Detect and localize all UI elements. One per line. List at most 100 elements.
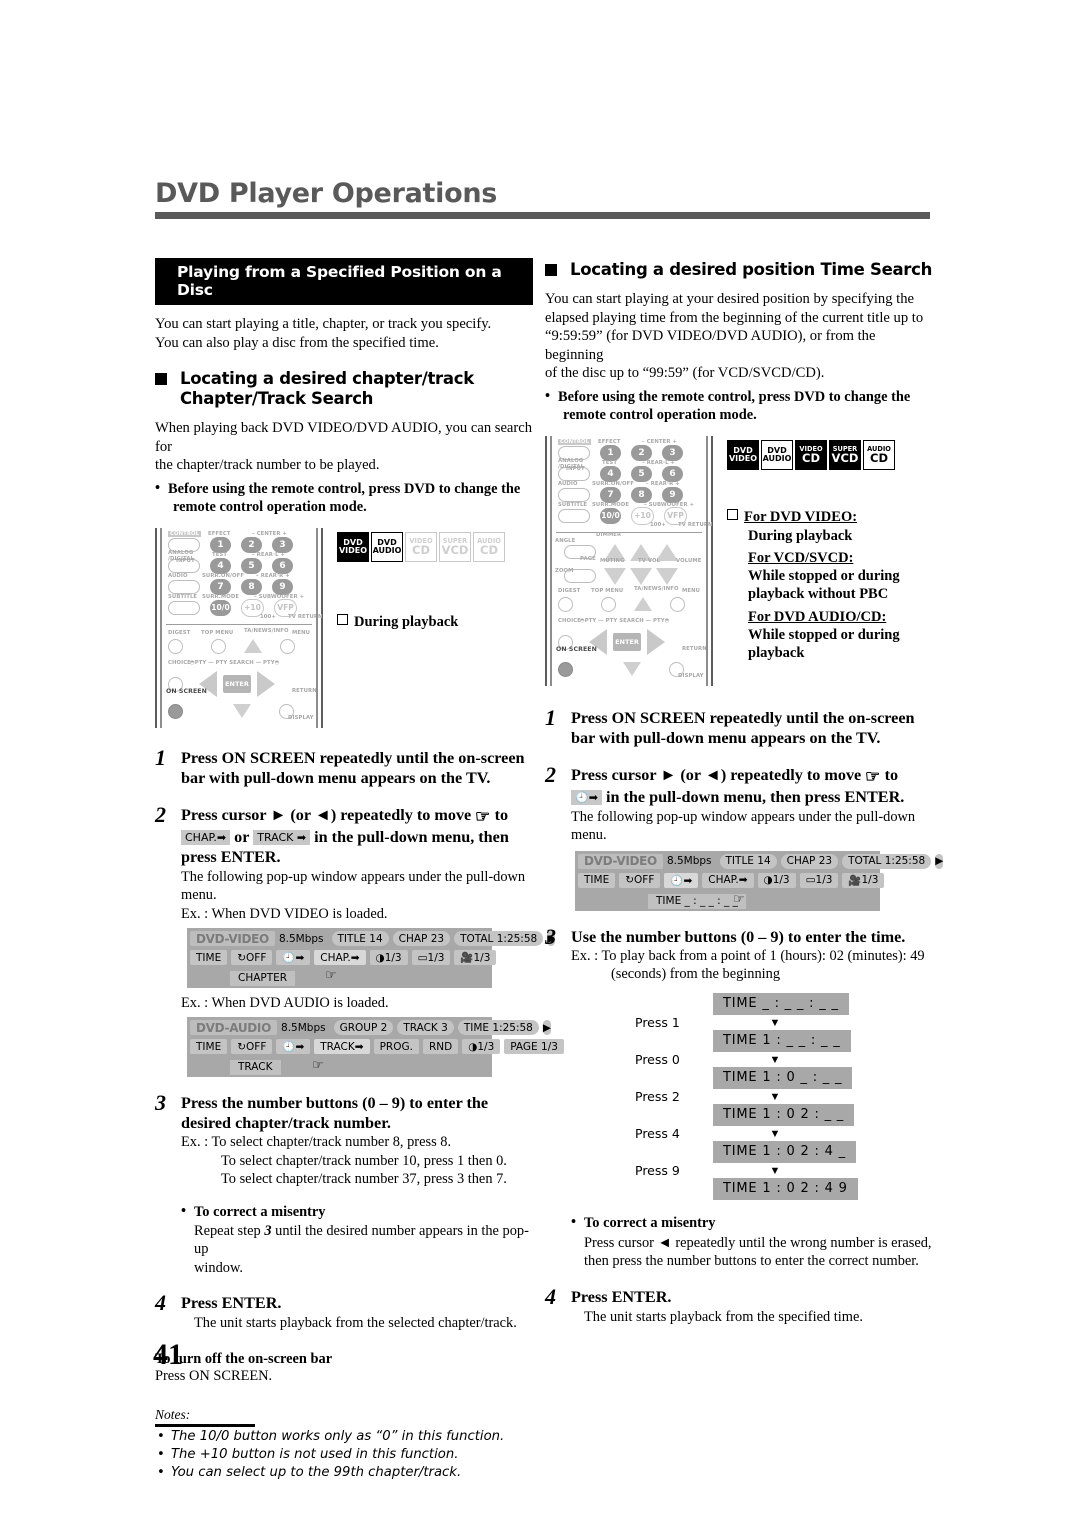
- number-button-10-0[interactable]: 10/0: [600, 507, 621, 524]
- note-item: You can select up to the 99th chapter/tr…: [155, 1464, 533, 1481]
- random-button[interactable]: RND: [422, 1039, 459, 1055]
- number-button-2[interactable]: 2: [241, 536, 262, 553]
- muting-button[interactable]: [604, 567, 626, 585]
- number-button-8[interactable]: 8: [631, 486, 652, 503]
- audio-track-button[interactable]: ◑ 1/3: [462, 1039, 501, 1055]
- repeat-off-button[interactable]: ↻ OFF: [619, 872, 661, 888]
- misentry-note: To correct a misentry: [571, 1213, 933, 1232]
- chapter-search-button[interactable]: CHAP. ➡: [702, 872, 754, 888]
- cursor-right-button[interactable]: [647, 629, 665, 656]
- page-title: DVD Player Operations: [155, 178, 498, 209]
- audio-track-button[interactable]: ◑ 1/3: [757, 872, 796, 888]
- cursor-up-button[interactable]: [634, 597, 652, 612]
- time-entry-sequence: TIME _ : _ _ : _ _ Press 1 ▼ TIME 1 : _ …: [571, 993, 933, 1201]
- remote-nav-section: DIGEST TOP MENU TA/NEWS/INFO MENU ◓PTY —…: [159, 628, 319, 726]
- label-surr-mode: SURR.MODE: [202, 594, 240, 601]
- number-button-6[interactable]: 6: [272, 557, 293, 574]
- tv-vol-down-button[interactable]: [630, 567, 652, 585]
- audio-track-button[interactable]: ◑ 1/3: [369, 950, 408, 966]
- step-number: 4: [155, 1290, 166, 1316]
- subtitle-button-osb[interactable]: ▭ 1/3: [411, 950, 451, 966]
- desc-line-3: “9:59:59” (for DVD VIDEO/DVD AUDIO), or …: [545, 328, 876, 363]
- badge-line-2: VCD: [441, 542, 469, 557]
- number-button-9[interactable]: 9: [662, 486, 683, 503]
- on-screen-button[interactable]: [558, 661, 573, 677]
- badge-line-2: CD: [412, 542, 430, 557]
- digest-button[interactable]: [558, 596, 573, 612]
- step-heading-part-c: in the pull-down menu, then: [314, 827, 509, 846]
- number-button-5[interactable]: 5: [631, 465, 652, 482]
- program-button[interactable]: PROG.: [373, 1039, 419, 1055]
- subtitle-button[interactable]: [168, 600, 200, 615]
- time-search-button[interactable]: 🕘➡: [276, 950, 311, 966]
- condition-dvd-audio-cd: For DVD AUDIO/CD: While stopped or durin…: [727, 608, 900, 663]
- label-page: PAGE: [580, 556, 596, 563]
- total-time-indicator: TOTAL 1:25:58: [842, 853, 932, 869]
- angle-button-osb[interactable]: 🎥 1/3: [842, 872, 885, 888]
- time-search-button[interactable]: 🕘➡: [664, 872, 699, 888]
- disc-label: DVD-AUDIO: [190, 1020, 278, 1036]
- number-button-2[interactable]: 2: [631, 444, 652, 461]
- subtext-line-1: The following pop-up window appears unde…: [571, 808, 916, 825]
- enter-button[interactable]: ENTER: [223, 675, 251, 694]
- number-button-7[interactable]: 7: [210, 578, 231, 595]
- label-rear-l: – REAR·L +: [252, 552, 286, 559]
- subtitle-button[interactable]: [558, 508, 590, 523]
- number-button-3[interactable]: 3: [662, 444, 683, 461]
- digest-button[interactable]: [168, 638, 183, 654]
- audio-button[interactable]: [558, 487, 590, 502]
- down-arrow-icon: ▼: [769, 1127, 781, 1140]
- top-menu-button[interactable]: [601, 596, 616, 612]
- label-center: – CENTER +: [252, 531, 288, 538]
- chapter-track-description: When playing back DVD VIDEO/DVD AUDIO, y…: [155, 419, 533, 475]
- left-step-3: 3 Press the number buttons (0 – 9) to en…: [155, 1090, 533, 1277]
- cursor-down-button[interactable]: [233, 704, 251, 719]
- cursor-up-button[interactable]: [244, 639, 262, 654]
- number-button-4[interactable]: 4: [600, 465, 621, 482]
- number-button-1[interactable]: 1: [600, 444, 621, 461]
- subtitle-button-osb[interactable]: ▭ 1/3: [799, 872, 839, 888]
- label-digest: DIGEST: [168, 630, 191, 637]
- chapter-search-button[interactable]: CHAP. ➡: [314, 950, 366, 966]
- number-button-6[interactable]: 6: [662, 465, 683, 482]
- top-menu-button[interactable]: [211, 638, 226, 654]
- number-button-8[interactable]: 8: [241, 578, 262, 595]
- time-mode-button[interactable]: TIME: [578, 872, 616, 888]
- open-square-icon: [727, 509, 738, 521]
- number-button-1[interactable]: 1: [210, 536, 231, 553]
- number-button-5[interactable]: 5: [241, 557, 262, 574]
- audio-button[interactable]: [168, 579, 200, 594]
- menu-button[interactable]: [280, 638, 295, 654]
- condition-heading: For DVD VIDEO:: [744, 509, 858, 526]
- label-subtitle: SUBTITLE: [558, 502, 588, 509]
- cursor-down-button[interactable]: [623, 662, 641, 677]
- step-heading-line-2: bar with pull-down menu appears on the T…: [181, 769, 491, 788]
- time-mode-button[interactable]: TIME: [190, 950, 228, 966]
- step-number: 1: [155, 745, 166, 771]
- disc-label: DVD-VIDEO: [578, 853, 663, 869]
- number-button-7[interactable]: 7: [600, 486, 621, 503]
- label-effect: EFFECT: [598, 439, 621, 446]
- track-search-button[interactable]: TRACK ➡: [314, 1039, 370, 1055]
- repeat-off-button[interactable]: ↻ OFF: [231, 950, 273, 966]
- volume-down-button[interactable]: [656, 567, 678, 585]
- number-button-4[interactable]: 4: [210, 557, 231, 574]
- number-button-9[interactable]: 9: [272, 578, 293, 595]
- number-button-10-0[interactable]: 10/0: [210, 599, 231, 616]
- bitrate-label: 8.5Mbps: [278, 932, 324, 945]
- cursor-right-button[interactable]: [257, 671, 275, 698]
- time-search-button[interactable]: 🕘➡: [276, 1039, 311, 1055]
- label-dimmer: DIMMER: [596, 532, 622, 539]
- angle-button-osb[interactable]: 🎥 1/3: [454, 950, 497, 966]
- time-mode-button[interactable]: TIME: [190, 1039, 228, 1055]
- number-button-3[interactable]: 3: [272, 536, 293, 553]
- disc-type-badges: DVD VIDEO DVD AUDIO VIDEO CD SUPER VCD A…: [727, 440, 900, 471]
- step-heading-part-d: press ENTER.: [181, 847, 281, 866]
- on-screen-button[interactable]: [168, 703, 183, 719]
- badge-line-2: AUDIO: [762, 454, 792, 464]
- enter-button[interactable]: ENTER: [613, 633, 641, 652]
- misentry-body: Press cursor ◄ repeatedly until the wron…: [571, 1234, 933, 1271]
- menu-button[interactable]: [670, 596, 685, 612]
- repeat-off-button[interactable]: ↻ OFF: [231, 1039, 273, 1055]
- angle-count: 1/3: [473, 951, 491, 964]
